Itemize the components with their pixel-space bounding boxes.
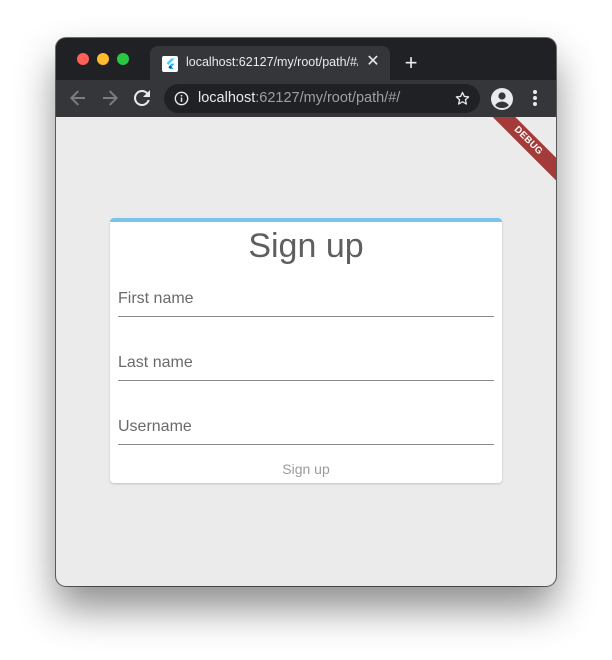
url-path: :62127/my/root/path/#/ (255, 90, 401, 106)
star-icon[interactable] (454, 90, 471, 107)
info-icon[interactable] (174, 91, 189, 106)
debug-banner: DEBUG (478, 117, 556, 191)
page-content: DEBUG Sign up Sign up (56, 117, 556, 586)
window-close-button[interactable] (77, 53, 89, 65)
first-name-field (118, 281, 494, 317)
window-minimize-button[interactable] (97, 53, 109, 65)
url-host: localhost (198, 90, 256, 106)
form-title: Sign up (248, 227, 364, 265)
browser-toolbar: localhost:62127/my/root/path/#/ (56, 80, 556, 117)
browser-window: localhost:62127/my/root/path/#/ ✕ + loca… (56, 38, 556, 586)
sign-up-button[interactable]: Sign up (256, 458, 356, 480)
title-bar: localhost:62127/my/root/path/#/ ✕ + (56, 38, 556, 80)
more-vertical-icon[interactable] (526, 88, 544, 108)
window-maximize-button[interactable] (117, 53, 129, 65)
form-progress-fill (110, 218, 502, 222)
flutter-logo-icon (162, 56, 178, 72)
url-text: localhost:62127/my/root/path/#/ (198, 90, 400, 106)
last-name-input[interactable] (118, 351, 494, 375)
account-circle-icon[interactable] (490, 87, 514, 111)
form-progress-bar (110, 218, 502, 222)
first-name-input[interactable] (118, 287, 494, 311)
arrow-right-icon[interactable] (98, 86, 122, 110)
reload-icon[interactable] (130, 86, 154, 110)
tab-title: localhost:62127/my/root/path/#/ (186, 55, 358, 69)
close-icon[interactable]: ✕ (364, 53, 382, 71)
browser-tab[interactable]: localhost:62127/my/root/path/#/ ✕ (150, 46, 390, 80)
plus-icon[interactable]: + (400, 52, 422, 74)
signup-form-card: Sign up Sign up (110, 218, 502, 483)
arrow-left-icon[interactable] (66, 86, 90, 110)
address-bar[interactable]: localhost:62127/my/root/path/#/ (164, 84, 480, 113)
username-input[interactable] (118, 415, 494, 439)
last-name-field (118, 345, 494, 381)
username-field (118, 409, 494, 445)
